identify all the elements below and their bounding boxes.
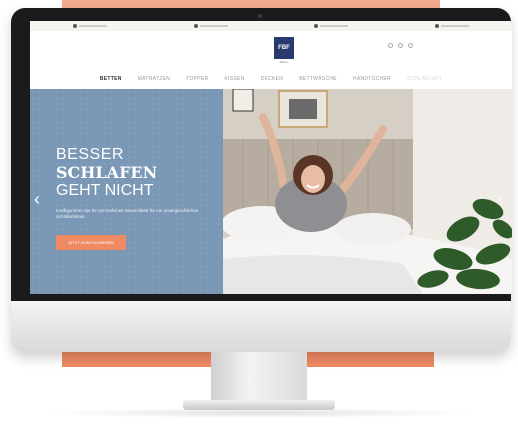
- nav-item-betten[interactable]: BETTEN: [100, 76, 122, 82]
- hero-headline-line-1: BESSER: [56, 146, 124, 163]
- search-icon[interactable]: [388, 43, 393, 48]
- hero-text-panel: BESSER SCHLAFEN GEHT NICHT Konfigurieren…: [30, 89, 223, 294]
- check-icon: [73, 24, 78, 28]
- configure-button[interactable]: JETZT KONFIGURIEREN: [56, 235, 126, 250]
- nav-item-decken[interactable]: DECKEN: [261, 76, 284, 82]
- usp-item: [434, 24, 469, 28]
- nav-item-topper[interactable]: TOPPER: [186, 76, 208, 82]
- monitor-stand-base: [183, 400, 335, 410]
- cart-icon[interactable]: [408, 43, 413, 48]
- usp-bar: [30, 21, 512, 31]
- hero-headline-line-3: GEHT NICHT: [56, 182, 154, 199]
- site-logo-sub: Betten: [279, 60, 289, 64]
- monitor-chin: [11, 301, 511, 352]
- check-icon: [193, 24, 198, 28]
- monitor-stand-neck: [211, 352, 307, 406]
- hero-headline-line-2: SCHLAFEN: [56, 163, 158, 182]
- hero-headline: BESSER SCHLAFEN GEHT NICHT: [56, 147, 157, 199]
- nav-item-bettwaesche[interactable]: BETTWÄSCHE: [299, 76, 337, 82]
- chevron-left-icon[interactable]: ‹: [34, 189, 40, 210]
- nav-item-schlafluft[interactable]: SCHLAFLUFT: [407, 76, 442, 82]
- hero-subtext: Konfigurieren Sie Ihr persönliches Wunsc…: [56, 208, 198, 219]
- account-icon[interactable]: [398, 43, 403, 48]
- hero-image: [223, 89, 512, 294]
- nav-item-kissen[interactable]: KISSEN: [224, 76, 244, 82]
- hero-photo: [223, 89, 512, 294]
- usp-item: [314, 24, 349, 28]
- chevron-right-icon[interactable]: ›: [498, 189, 503, 205]
- usp-item: [73, 24, 108, 28]
- usp-item: [193, 24, 228, 28]
- site-logo[interactable]: FBF: [274, 37, 294, 59]
- check-icon: [434, 24, 439, 28]
- header-icons: [388, 43, 413, 48]
- camera-icon: [258, 14, 262, 18]
- main-nav: BETTEN MATRATZEN TOPPER KISSEN DECKEN BE…: [30, 71, 512, 87]
- nav-item-handtuecher[interactable]: HANDTÜCHER: [353, 76, 391, 82]
- nav-item-matratzen[interactable]: MATRATZEN: [138, 76, 171, 82]
- screen: FBF Betten BETTEN MATRATZEN TOPPER KISSE…: [30, 21, 512, 294]
- check-icon: [314, 24, 319, 28]
- monitor: FBF Betten BETTEN MATRATZEN TOPPER KISSE…: [11, 8, 512, 352]
